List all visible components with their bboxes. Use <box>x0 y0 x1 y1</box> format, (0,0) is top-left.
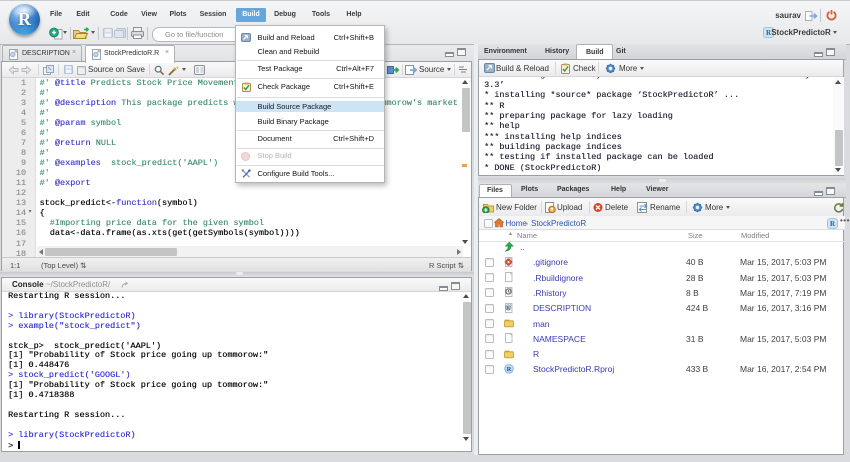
svg-text:R: R <box>507 366 512 373</box>
